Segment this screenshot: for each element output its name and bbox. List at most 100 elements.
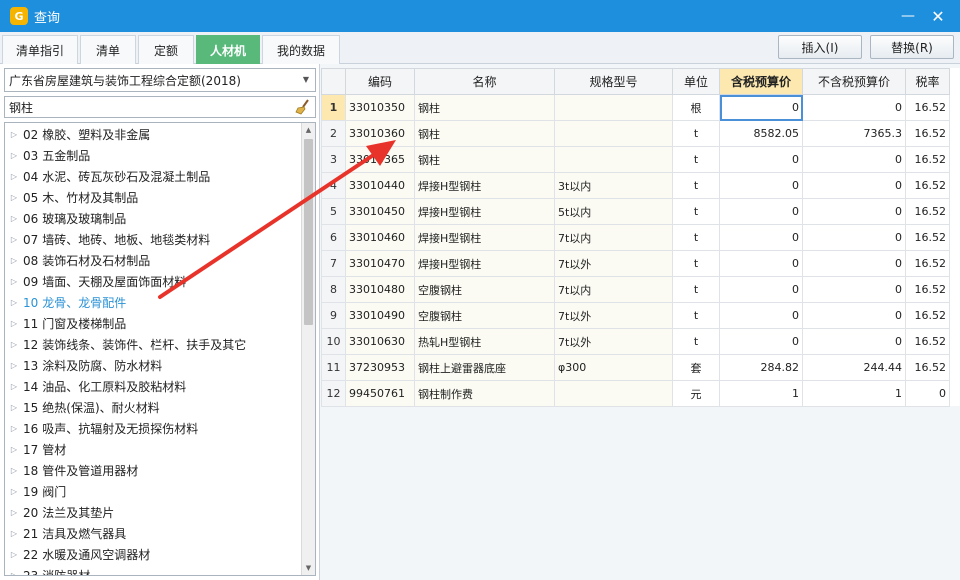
expand-arrow-icon[interactable]: ▷ xyxy=(5,319,23,328)
cell-name[interactable]: 焊接H型钢柱 xyxy=(414,198,555,225)
cell-tax-price[interactable]: 0 xyxy=(719,172,803,199)
cell-notax-price[interactable]: 0 xyxy=(802,146,906,173)
table-row[interactable]: 12 99450761 钢柱制作费元 1 1 0 xyxy=(321,380,950,407)
scroll-up-icon[interactable]: ▲ xyxy=(302,123,315,137)
cell-spec[interactable]: 7t以内 xyxy=(554,276,673,303)
cell-tax-price[interactable]: 0 xyxy=(719,224,803,251)
expand-arrow-icon[interactable]: ▷ xyxy=(5,529,23,538)
cell-tax-price[interactable]: 0 xyxy=(719,328,803,355)
cell-name[interactable]: 钢柱制作费 xyxy=(414,380,555,407)
table-row[interactable]: 9 33010490 空腹钢柱 7t以外 t 0 0 16.52 xyxy=(321,302,950,329)
row-number[interactable]: 3 xyxy=(321,146,346,173)
cell-name[interactable]: 焊接H型钢柱 xyxy=(414,250,555,277)
cell-tax-price[interactable]: 284.82 xyxy=(719,354,803,381)
table-row[interactable]: 2 33010360 钢柱 t 8582.05 7365.3 16.52 xyxy=(321,120,950,147)
tab-my-data[interactable]: 我的数据 xyxy=(262,35,340,64)
cell-tax-rate[interactable]: 16.52 xyxy=(905,198,950,225)
table-row[interactable]: 3 33010365 钢柱 t 0 0 16.52 xyxy=(321,146,950,173)
tree-item[interactable]: ▷ 19 阀门 xyxy=(5,481,66,502)
close-button[interactable]: ✕ xyxy=(928,6,948,26)
expand-arrow-icon[interactable]: ▷ xyxy=(5,550,23,559)
cell-code[interactable]: 33010350 xyxy=(345,94,415,121)
quota-library-select[interactable]: 广东省房屋建筑与装饰工程综合定额(2018) ▼ xyxy=(4,68,316,92)
cell-tax-price[interactable]: 0 xyxy=(719,94,803,121)
table-row[interactable]: 7 33010470 焊接H型钢柱 7t以外 t 0 0 16.52 xyxy=(321,250,950,277)
cell-tax-rate[interactable]: 16.52 xyxy=(905,250,950,277)
row-number[interactable]: 10 xyxy=(321,328,346,355)
header-tax-rate[interactable]: 税率 xyxy=(905,68,950,95)
scroll-down-icon[interactable]: ▼ xyxy=(302,561,315,575)
cell-spec[interactable]: 5t以内 xyxy=(554,198,673,225)
insert-button[interactable]: 插入(I) xyxy=(778,35,862,59)
cell-spec[interactable]: 7t以外 xyxy=(554,250,673,277)
tree-item[interactable]: ▷ 05 木、竹材及其制品 xyxy=(5,187,138,208)
cell-unit[interactable]: t xyxy=(672,250,720,277)
expand-arrow-icon[interactable]: ▷ xyxy=(5,151,23,160)
row-number[interactable]: 8 xyxy=(321,276,346,303)
cell-spec[interactable]: 7t以内 xyxy=(554,224,673,251)
cell-tax-price[interactable]: 1 xyxy=(719,380,803,407)
cell-code[interactable]: 33010630 xyxy=(345,328,415,355)
cell-unit[interactable]: t xyxy=(672,224,720,251)
cell-name[interactable]: 钢柱 xyxy=(414,146,555,173)
cell-unit[interactable]: 套 xyxy=(672,354,720,381)
cell-notax-price[interactable]: 0 xyxy=(802,302,906,329)
cell-tax-rate[interactable]: 16.52 xyxy=(905,328,950,355)
tree-item[interactable]: ▷ 04 水泥、砖瓦灰砂石及混凝土制品 xyxy=(5,166,210,187)
cell-tax-price[interactable]: 0 xyxy=(719,276,803,303)
cell-unit[interactable]: t xyxy=(672,276,720,303)
table-row[interactable]: 1 33010350 钢柱根 0 0 16.52 xyxy=(321,94,950,121)
cell-unit[interactable]: 根 xyxy=(672,94,720,121)
expand-arrow-icon[interactable]: ▷ xyxy=(5,193,23,202)
cell-code[interactable]: 33010360 xyxy=(345,120,415,147)
scrollbar-thumb[interactable] xyxy=(304,139,313,325)
cell-spec[interactable] xyxy=(554,146,673,173)
cell-tax-rate[interactable]: 16.52 xyxy=(905,172,950,199)
cell-unit[interactable]: t xyxy=(672,328,720,355)
header-spec[interactable]: 规格型号 xyxy=(554,68,673,95)
header-code[interactable]: 编码 xyxy=(345,68,415,95)
cell-spec[interactable]: 7t以外 xyxy=(554,302,673,329)
cell-notax-price[interactable]: 0 xyxy=(802,224,906,251)
cell-code[interactable]: 33010460 xyxy=(345,224,415,251)
tree-item[interactable]: ▷ 12 装饰线条、装饰件、栏杆、扶手及其它 xyxy=(5,334,246,355)
cell-spec[interactable] xyxy=(554,94,673,121)
cell-code[interactable]: 33010440 xyxy=(345,172,415,199)
cell-notax-price[interactable]: 0 xyxy=(802,328,906,355)
cell-name[interactable]: 钢柱上避雷器底座 xyxy=(414,354,555,381)
cell-tax-rate[interactable]: 16.52 xyxy=(905,224,950,251)
cell-notax-price[interactable]: 0 xyxy=(802,250,906,277)
table-row[interactable]: 11 37230953 钢柱上避雷器底座 φ300 套 284.82 244.44 16.52 xyxy=(321,354,950,381)
tree-item[interactable]: ▷ 02 橡胶、塑料及非金属 xyxy=(5,124,150,145)
cell-tax-price[interactable]: 0 xyxy=(719,302,803,329)
cell-tax-price[interactable]: 8582.05 xyxy=(719,120,803,147)
minimize-button[interactable]: — xyxy=(898,6,918,26)
row-number[interactable]: 1 xyxy=(321,94,346,121)
expand-arrow-icon[interactable]: ▷ xyxy=(5,298,23,307)
cell-tax-rate[interactable]: 0 xyxy=(905,380,950,407)
tree-item[interactable]: ▷ 23 消防器材 xyxy=(5,565,90,576)
table-row[interactable]: 5 33010450 焊接H型钢柱 5t以内 t 0 0 16.52 xyxy=(321,198,950,225)
cell-unit[interactable]: t xyxy=(672,198,720,225)
header-name[interactable]: 名称 xyxy=(414,68,555,95)
cell-name[interactable]: 焊接H型钢柱 xyxy=(414,224,555,251)
tree-item[interactable]: ▷ 07 墙砖、地砖、地板、地毯类材料 xyxy=(5,229,210,250)
header-unit[interactable]: 单位 xyxy=(672,68,720,95)
tab-bill[interactable]: 清单 xyxy=(80,35,136,64)
cell-spec[interactable] xyxy=(554,380,673,407)
cell-code[interactable]: 33010365 xyxy=(345,146,415,173)
cell-unit[interactable]: t xyxy=(672,146,720,173)
expand-arrow-icon[interactable]: ▷ xyxy=(5,130,23,139)
cell-tax-rate[interactable]: 16.52 xyxy=(905,146,950,173)
tab-bill-guide[interactable]: 清单指引 xyxy=(2,35,78,64)
cell-tax-price[interactable]: 0 xyxy=(719,198,803,225)
row-number[interactable]: 2 xyxy=(321,120,346,147)
table-row[interactable]: 10 33010630 热轧H型钢柱 7t以外 t 0 0 16.52 xyxy=(321,328,950,355)
expand-arrow-icon[interactable]: ▷ xyxy=(5,382,23,391)
tree-item[interactable]: ▷ 03 五金制品 xyxy=(5,145,90,166)
cell-name[interactable]: 空腹钢柱 xyxy=(414,302,555,329)
expand-arrow-icon[interactable]: ▷ xyxy=(5,466,23,475)
cell-name[interactable]: 焊接H型钢柱 xyxy=(414,172,555,199)
cell-code[interactable]: 33010480 xyxy=(345,276,415,303)
expand-arrow-icon[interactable]: ▷ xyxy=(5,508,23,517)
